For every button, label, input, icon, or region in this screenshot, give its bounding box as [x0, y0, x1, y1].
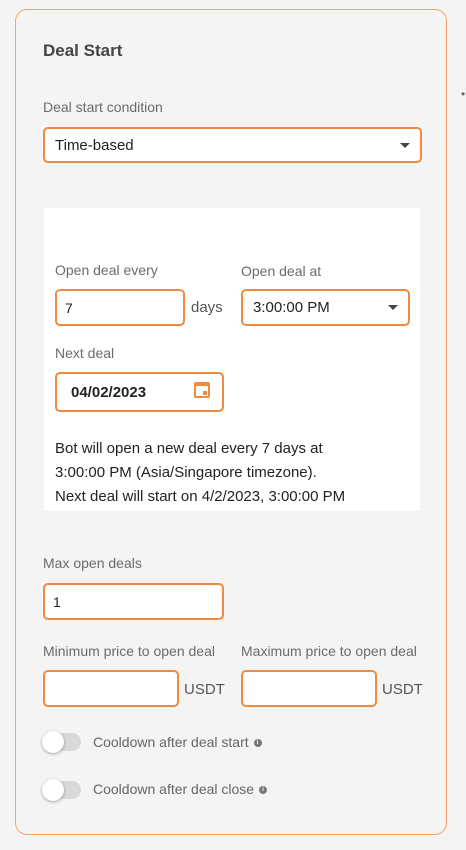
schedule-summary: Bot will open a new deal every 7 days at…: [55, 437, 415, 509]
max-price-input[interactable]: [241, 670, 377, 707]
schedule-summary-line2: 3:00:00 PM (Asia/Singapore timezone).: [55, 464, 317, 481]
section-title: Deal Start: [43, 41, 123, 60]
cooldown-after-start-row: Cooldown after deal start i: [93, 734, 262, 750]
max-price-label: Maximum price to open deal: [241, 643, 417, 659]
next-deal-date-value: 04/02/2023: [71, 383, 147, 401]
chevron-down-icon: [388, 305, 398, 310]
cooldown-after-close-toggle[interactable]: [42, 779, 81, 801]
toggle-knob: [42, 779, 64, 801]
open-deal-every-value: 7: [65, 299, 73, 316]
deal-start-condition-value: Time-based: [55, 136, 134, 154]
min-price-unit: USDT: [184, 681, 225, 698]
deal-start-condition-label: Deal start condition: [43, 99, 163, 115]
chevron-down-icon: [400, 142, 410, 148]
cooldown-after-start-toggle[interactable]: [42, 731, 81, 753]
cooldown-after-start-label: Cooldown after deal start: [93, 734, 249, 750]
open-deal-at-select[interactable]: 3:00:00 PM: [241, 289, 410, 326]
open-deal-every-input[interactable]: 7: [55, 289, 185, 326]
schedule-panel: Open deal every 7 days Open deal at 3:00…: [44, 208, 420, 511]
min-price-input[interactable]: [43, 670, 179, 707]
max-open-deals-input[interactable]: 1: [43, 583, 224, 620]
toggle-knob: [42, 731, 64, 753]
next-deal-date-input[interactable]: 04/02/2023: [55, 372, 224, 412]
cooldown-after-close-label: Cooldown after deal close: [93, 781, 255, 797]
max-open-deals-label: Max open deals: [43, 555, 142, 571]
info-icon[interactable]: i: [253, 739, 262, 748]
max-price-unit: USDT: [382, 681, 423, 698]
open-deal-every-label: Open deal every: [55, 262, 158, 278]
deal-start-condition-select[interactable]: Time-based: [43, 127, 422, 163]
schedule-summary-line3: Next deal will start on 4/2/2023, 3:00:0…: [55, 488, 346, 505]
edge-mark: •: [461, 87, 466, 101]
max-open-deals-value: 1: [53, 593, 61, 610]
info-icon[interactable]: i: [259, 786, 268, 795]
schedule-summary-line1: Bot will open a new deal every 7 days at: [55, 440, 323, 457]
open-deal-at-label: Open deal at: [241, 263, 322, 279]
calendar-icon[interactable]: [194, 382, 210, 398]
open-deal-at-value: 3:00:00 PM: [253, 299, 330, 316]
min-price-label: Minimum price to open deal: [43, 643, 215, 659]
next-deal-label: Next deal: [55, 345, 115, 361]
deal-start-card: Deal Start Deal start condition Time-bas…: [15, 9, 447, 835]
open-deal-every-unit: days: [191, 299, 223, 316]
cooldown-after-close-row: Cooldown after deal close i: [93, 781, 268, 797]
